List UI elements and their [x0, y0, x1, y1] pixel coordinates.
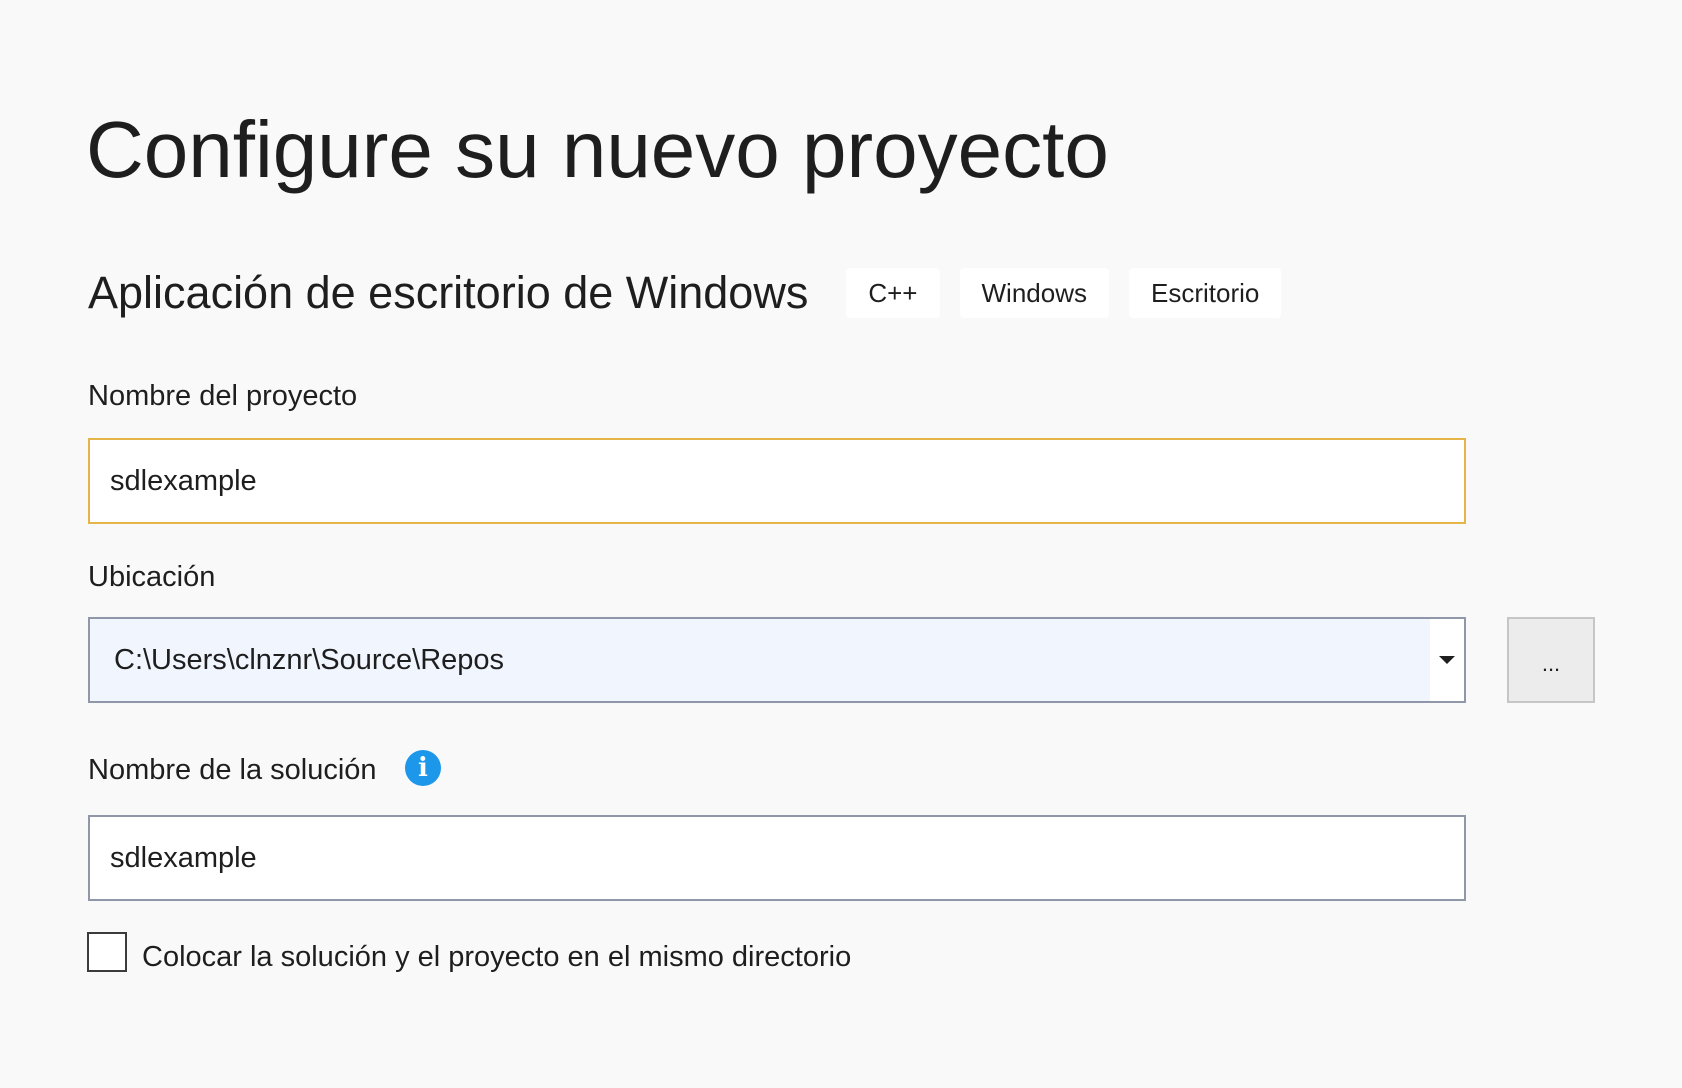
browse-button[interactable]: ...	[1507, 617, 1595, 703]
solution-name-input[interactable]	[88, 815, 1466, 901]
tag-project-type: Escritorio	[1128, 268, 1282, 318]
project-name-input[interactable]	[88, 438, 1466, 524]
same-directory-label[interactable]: Colocar la solución y el proyecto en el …	[142, 939, 851, 975]
location-combobox[interactable]: C:\Users\clnznr\Source\Repos	[88, 617, 1466, 703]
same-directory-checkbox[interactable]	[87, 932, 127, 972]
project-name-label: Nombre del proyecto	[88, 380, 358, 412]
template-name: Aplicación de escritorio de Windows	[88, 267, 809, 318]
location-value: C:\Users\clnznr\Source\Repos	[114, 643, 505, 676]
location-dropdown-button[interactable]	[1430, 619, 1464, 701]
info-icon[interactable]: i	[405, 750, 441, 786]
solution-name-label: Nombre de la solución	[88, 754, 377, 786]
chevron-down-icon	[1439, 656, 1455, 664]
location-label: Ubicación	[88, 561, 216, 593]
template-header: Aplicación de escritorio de Windows C++ …	[88, 266, 1301, 320]
tag-platform: Windows	[959, 268, 1109, 318]
page-title: Configure su nuevo proyecto	[86, 105, 1109, 194]
tag-language: C++	[846, 268, 940, 318]
